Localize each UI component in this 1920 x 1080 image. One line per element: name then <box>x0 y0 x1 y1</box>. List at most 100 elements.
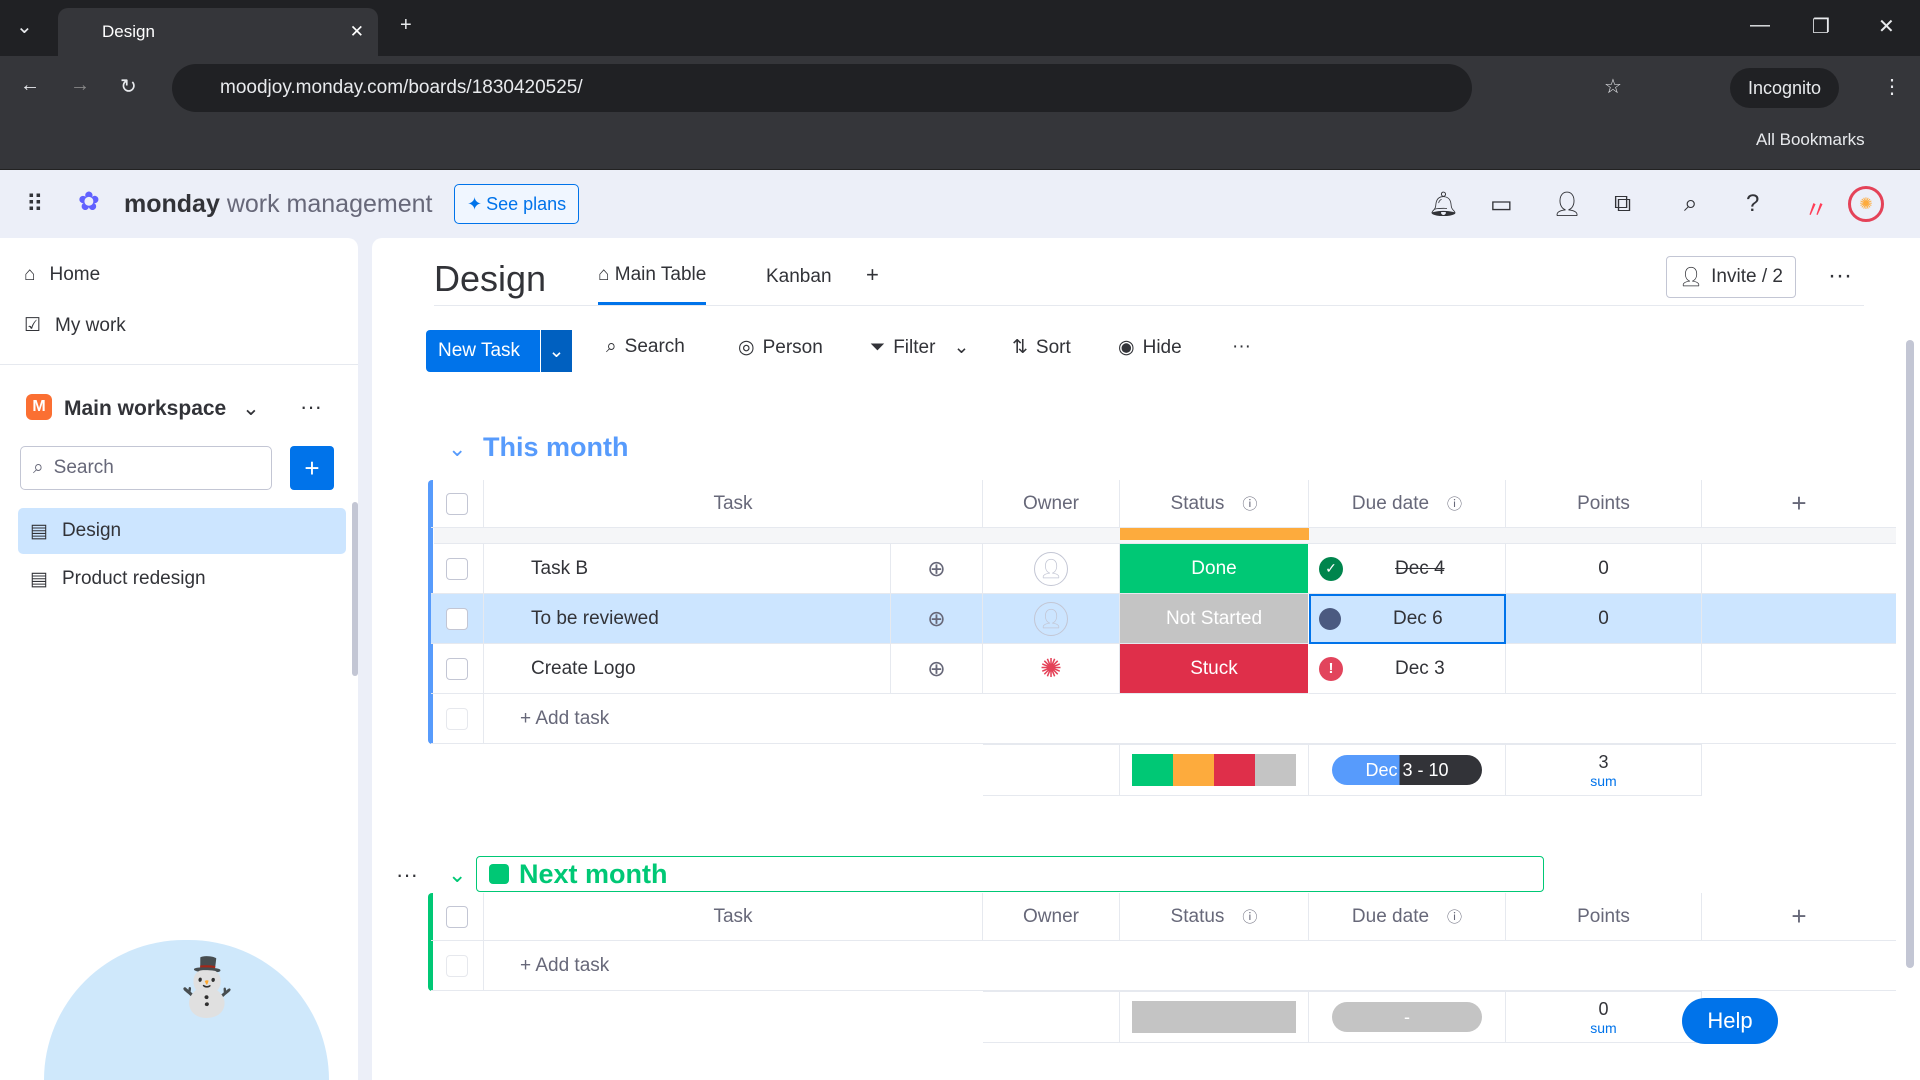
row-checkbox[interactable] <box>446 557 468 580</box>
points-cell[interactable]: 0 <box>1506 544 1702 594</box>
workspace-selector[interactable]: Main workspace ⌄ <box>64 396 260 421</box>
points-cell[interactable] <box>1506 644 1702 694</box>
status-cell[interactable]: Stuck <box>1120 644 1309 694</box>
column-header-owner[interactable]: Owner <box>983 480 1120 528</box>
add-task-row[interactable]: + Add task <box>484 941 1896 991</box>
info-icon[interactable]: ⓘ <box>1242 493 1257 514</box>
add-column-button[interactable]: + <box>1702 893 1896 941</box>
add-view-icon[interactable]: + <box>866 262 879 288</box>
browser-menu-icon[interactable]: ⋮ <box>1882 74 1902 99</box>
chevron-down-icon[interactable]: ⌄ <box>540 330 572 372</box>
address-bar[interactable]: moodjoy.monday.com/boards/1830420525/ <box>172 64 1472 112</box>
info-icon[interactable]: ⓘ <box>1447 906 1462 927</box>
row-checkbox[interactable] <box>446 657 468 680</box>
back-icon[interactable]: ← <box>20 74 40 97</box>
checkbox-cell[interactable] <box>431 544 484 594</box>
add-column-button[interactable]: + <box>1702 480 1896 528</box>
group-title[interactable]: This month <box>483 432 628 463</box>
group-color-picker[interactable] <box>489 864 509 884</box>
column-header-status[interactable]: Status ⓘ <box>1120 480 1309 528</box>
task-name-cell[interactable]: Create Logo <box>484 644 891 694</box>
help-icon[interactable]: ? <box>1746 190 1759 218</box>
add-item-button[interactable]: + <box>290 446 334 490</box>
due-date-cell[interactable]: Dec 6 <box>1309 594 1506 644</box>
owner-cell[interactable]: ✺ <box>983 644 1120 694</box>
status-cell[interactable]: Done <box>1120 544 1309 594</box>
select-all-checkbox-cell[interactable] <box>431 480 484 528</box>
inbox-icon[interactable]: ▭ <box>1490 190 1513 219</box>
row-checkbox[interactable] <box>446 607 468 630</box>
add-update-button[interactable]: ⊕ <box>891 644 983 694</box>
sidebar-scrollbar[interactable] <box>352 502 358 676</box>
checkbox-cell[interactable] <box>431 594 484 644</box>
column-header-points[interactable]: Points <box>1506 893 1702 941</box>
due-date-cell[interactable]: ✓ Dec 4 <box>1309 544 1506 594</box>
all-bookmarks[interactable]: All Bookmarks <box>1756 130 1865 150</box>
person-filter-button[interactable]: ◎ Person <box>738 336 823 359</box>
incognito-badge[interactable]: Incognito <box>1730 68 1840 108</box>
workspace-more-icon[interactable]: ··· <box>300 394 322 420</box>
points-cell[interactable]: 0 <box>1506 594 1702 644</box>
bookmark-star-icon[interactable]: ☆ <box>1604 74 1622 99</box>
apps-grid-icon[interactable]: ⠿ <box>26 190 44 219</box>
toolbar-more-icon[interactable]: ··· <box>1232 336 1251 358</box>
select-all-checkbox[interactable] <box>446 905 468 928</box>
search-button[interactable]: ⌕ Search <box>606 336 685 358</box>
hide-button[interactable]: ◉ Hide <box>1118 336 1182 359</box>
close-window-icon[interactable]: ✕ <box>1878 14 1895 39</box>
status-summary-bar[interactable] <box>1120 991 1309 1043</box>
column-header-due[interactable]: Due date ⓘ <box>1309 893 1506 941</box>
due-date-summary[interactable]: Dec 3 - 10 <box>1309 744 1506 796</box>
main-scrollbar[interactable] <box>1906 340 1914 968</box>
add-update-button[interactable]: ⊕ <box>891 594 983 644</box>
apps-puzzle-icon[interactable]: ⧉ <box>1614 190 1631 218</box>
board-more-icon[interactable]: ··· <box>1828 262 1852 290</box>
info-icon[interactable]: ⓘ <box>1447 493 1462 514</box>
column-header-due[interactable]: Due date ⓘ <box>1309 480 1506 528</box>
select-all-checkbox[interactable] <box>446 492 468 515</box>
owner-cell[interactable]: 👤︎ <box>983 594 1120 644</box>
new-task-button[interactable]: New Task ⌄ <box>426 330 572 372</box>
column-header-task[interactable]: Task <box>484 893 983 941</box>
browser-tab[interactable]: Design ✕ <box>58 8 378 56</box>
tab-search-icon[interactable]: ⌄ <box>16 14 33 39</box>
group-title-input[interactable]: Next month <box>476 856 1544 892</box>
column-header-points[interactable]: Points <box>1506 480 1702 528</box>
search-icon[interactable]: ⌕ <box>1684 190 1697 218</box>
group-more-icon[interactable]: ··· <box>396 862 418 888</box>
status-cell[interactable]: Not Started <box>1120 594 1309 644</box>
invite-members-icon[interactable]: 👤︎ <box>1552 190 1582 219</box>
add-update-button[interactable]: ⊕ <box>891 544 983 594</box>
tab-main-table[interactable]: ⌂ Main Table <box>598 264 707 305</box>
owner-cell[interactable]: 👤︎ <box>983 544 1120 594</box>
close-tab-icon[interactable]: ✕ <box>350 22 364 42</box>
column-header-task[interactable]: Task <box>484 480 983 528</box>
collapse-group-icon[interactable]: ⌄ <box>448 436 466 462</box>
sidebar-item-product-redesign[interactable]: ▤ Product redesign <box>18 556 206 602</box>
new-tab-icon[interactable]: + <box>400 14 412 37</box>
invite-button[interactable]: 👤︎ Invite / 2 <box>1666 256 1796 298</box>
info-icon[interactable]: ⓘ <box>1242 906 1257 927</box>
due-date-summary[interactable]: - <box>1309 991 1506 1043</box>
sidebar-item-home[interactable]: ⌂ Home <box>24 264 100 286</box>
sidebar-search-input[interactable]: ⌕ Search <box>20 446 272 490</box>
chevron-down-icon[interactable]: ⌄ <box>953 336 969 359</box>
collapse-group-icon[interactable]: ⌄ <box>448 862 466 888</box>
notifications-bell-icon[interactable]: 🔔︎ <box>1428 190 1458 219</box>
restore-icon[interactable]: ❐ <box>1812 14 1830 39</box>
avatar[interactable]: ✺ <box>1848 186 1884 222</box>
minimize-icon[interactable]: — <box>1750 14 1770 37</box>
status-summary-bar[interactable] <box>1120 744 1309 796</box>
sidebar-item-design[interactable]: ▤ Design <box>18 508 346 554</box>
task-name-cell[interactable]: To be reviewed <box>484 594 891 644</box>
due-date-cell[interactable]: ! Dec 3 <box>1309 644 1506 694</box>
checkbox-cell[interactable] <box>431 644 484 694</box>
column-header-owner[interactable]: Owner <box>983 893 1120 941</box>
forward-icon[interactable]: → <box>70 74 90 97</box>
tab-kanban[interactable]: Kanban <box>766 266 832 288</box>
filter-button[interactable]: ⏷ Filter ⌄ <box>870 336 969 359</box>
column-header-status[interactable]: Status ⓘ <box>1120 893 1309 941</box>
reload-icon[interactable]: ↻ <box>120 74 137 99</box>
see-plans-button[interactable]: ✦ See plans <box>454 184 580 224</box>
task-name-cell[interactable]: Task B <box>484 544 891 594</box>
